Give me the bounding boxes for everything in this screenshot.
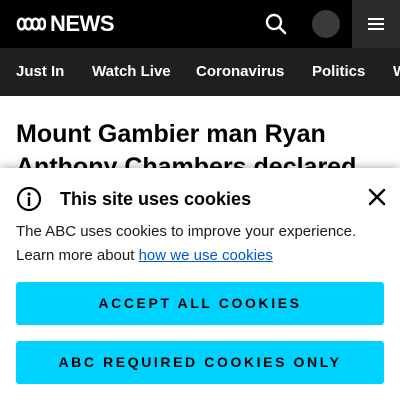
menu-icon: [368, 18, 384, 30]
logo-text: NEWS: [50, 11, 115, 36]
search-button[interactable]: [262, 10, 290, 38]
cookie-title: This site uses cookies: [60, 189, 252, 209]
section-nav: Just In Watch Live Coronavirus Politics …: [0, 48, 400, 96]
close-icon: [368, 188, 386, 206]
cookie-banner: This site uses cookies The ABC uses cook…: [0, 168, 400, 400]
info-icon: [16, 186, 42, 212]
menu-button[interactable]: [352, 0, 400, 48]
cookie-description: The ABC uses cookies to improve your exp…: [16, 220, 386, 268]
close-button[interactable]: [364, 184, 390, 210]
accept-all-cookies-button[interactable]: ACCEPT ALL COOKIES: [16, 282, 384, 325]
nav-item-politics[interactable]: Politics: [312, 48, 365, 96]
nav-item-just-in[interactable]: Just In: [16, 48, 64, 96]
required-cookies-only-button[interactable]: ABC REQUIRED COOKIES ONLY: [16, 341, 384, 384]
nav-item-coronavirus[interactable]: Coronavirus: [196, 48, 284, 96]
abc-logo-mark-icon: [16, 17, 46, 31]
top-bar: NEWS: [0, 0, 400, 48]
abc-news-logo[interactable]: NEWS: [16, 11, 115, 36]
cookie-policy-link[interactable]: how we use cookies: [139, 247, 273, 264]
nav-item-watch-live[interactable]: Watch Live: [92, 48, 171, 96]
search-icon: [265, 13, 287, 35]
avatar[interactable]: [312, 10, 340, 38]
nav-item-more[interactable]: W: [393, 48, 400, 96]
